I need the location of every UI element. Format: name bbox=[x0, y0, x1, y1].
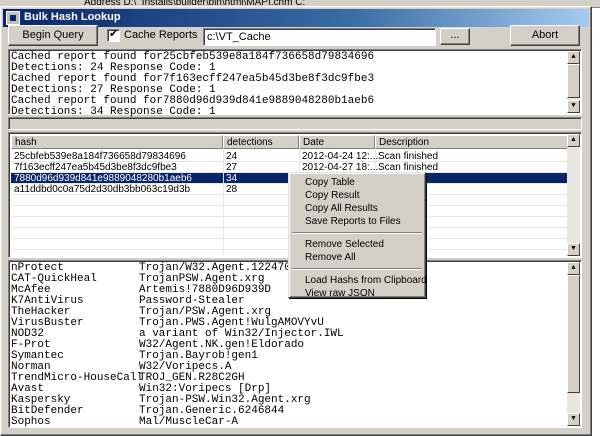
result-line: TrendMicro-HouseCall TROJ_GEN.R28C2GH bbox=[11, 373, 567, 384]
menu-separator bbox=[292, 268, 422, 270]
scroll-down-arrow-icon[interactable]: ▼ bbox=[567, 243, 580, 256]
list-header: hash detections Date Description bbox=[11, 135, 569, 149]
result-line: Symantec Trojan.Bayrob!gen1 bbox=[11, 351, 567, 362]
menu-item-save-reports-to-files[interactable]: Save Reports to Files bbox=[291, 215, 423, 228]
abort-button[interactable]: Abort bbox=[510, 25, 580, 46]
cache-reports-label: Cache Reports bbox=[124, 29, 198, 41]
context-menu: Copy Table Copy Result Copy All Results Sav… bbox=[288, 172, 427, 300]
results-scrollbar[interactable]: ▲ ▼ bbox=[567, 262, 580, 426]
column-header-hash[interactable]: hash bbox=[11, 135, 223, 149]
grid-line bbox=[11, 161, 567, 162]
menu-item-copy-all-results[interactable]: Copy All Results bbox=[291, 202, 423, 215]
menu-item-load-hashs-from-clipboard[interactable]: Load Hashs from Clipboard bbox=[291, 274, 427, 287]
antivirus-name: Sophos bbox=[11, 416, 51, 428]
scroll-down-arrow-icon[interactable]: ▼ bbox=[567, 100, 580, 113]
column-header-date[interactable]: Date bbox=[299, 135, 375, 149]
scroll-thumb[interactable] bbox=[567, 275, 580, 393]
list-scrollbar[interactable]: ▲ ▼ bbox=[567, 134, 580, 256]
window-title: Bulk Hash Lookup bbox=[24, 11, 121, 23]
grid-column-line bbox=[223, 149, 224, 255]
cache-reports-checkbox[interactable] bbox=[107, 27, 120, 42]
column-header-description[interactable]: Description bbox=[375, 135, 569, 149]
cache-path-input[interactable]: c:\VT_Cache bbox=[203, 28, 436, 46]
menu-item-copy-table[interactable]: Copy Table bbox=[291, 176, 423, 189]
scroll-down-arrow-icon[interactable]: ▼ bbox=[567, 413, 580, 426]
scroll-up-arrow-icon[interactable]: ▲ bbox=[567, 51, 580, 64]
menu-item-view-raw-json[interactable]: View raw JSON bbox=[291, 287, 423, 300]
browse-button[interactable]: ... bbox=[440, 28, 470, 45]
menu-item-remove-all[interactable]: Remove All bbox=[291, 251, 423, 264]
menu-item-remove-selected[interactable]: Remove Selected bbox=[291, 238, 423, 251]
progress-bar bbox=[8, 117, 582, 130]
scroll-thumb[interactable] bbox=[567, 64, 580, 98]
result-line: Sophos Mal/MuscleCar-A bbox=[11, 417, 567, 428]
result-line: Kaspersky Trojan-PSW.Win32.Agent.xrg bbox=[11, 395, 567, 406]
menu-separator bbox=[292, 232, 422, 234]
scroll-up-arrow-icon[interactable]: ▲ bbox=[567, 134, 580, 147]
menu-item-copy-result[interactable]: Copy Result bbox=[291, 189, 423, 202]
scroll-up-arrow-icon[interactable]: ▲ bbox=[567, 262, 580, 275]
status-log[interactable]: Cached report found for25cbfeb539e8a184f… bbox=[8, 49, 582, 118]
column-header-detections[interactable]: detections bbox=[223, 135, 299, 149]
status-log-scrollbar[interactable]: ▲ ▼ bbox=[567, 51, 580, 113]
detection-name: Mal/MuscleCar-A bbox=[139, 416, 239, 428]
app-icon[interactable] bbox=[6, 11, 20, 25]
result-line: BitDefender Trojan.Generic.6246844 bbox=[11, 406, 567, 417]
result-line: F-Prot W32/Agent.NK.gen!Eldorado bbox=[11, 340, 567, 351]
begin-query-button[interactable]: Begin Query bbox=[8, 25, 98, 46]
status-log-lines: Cached report found for25cbfeb539e8a184f… bbox=[11, 52, 567, 118]
